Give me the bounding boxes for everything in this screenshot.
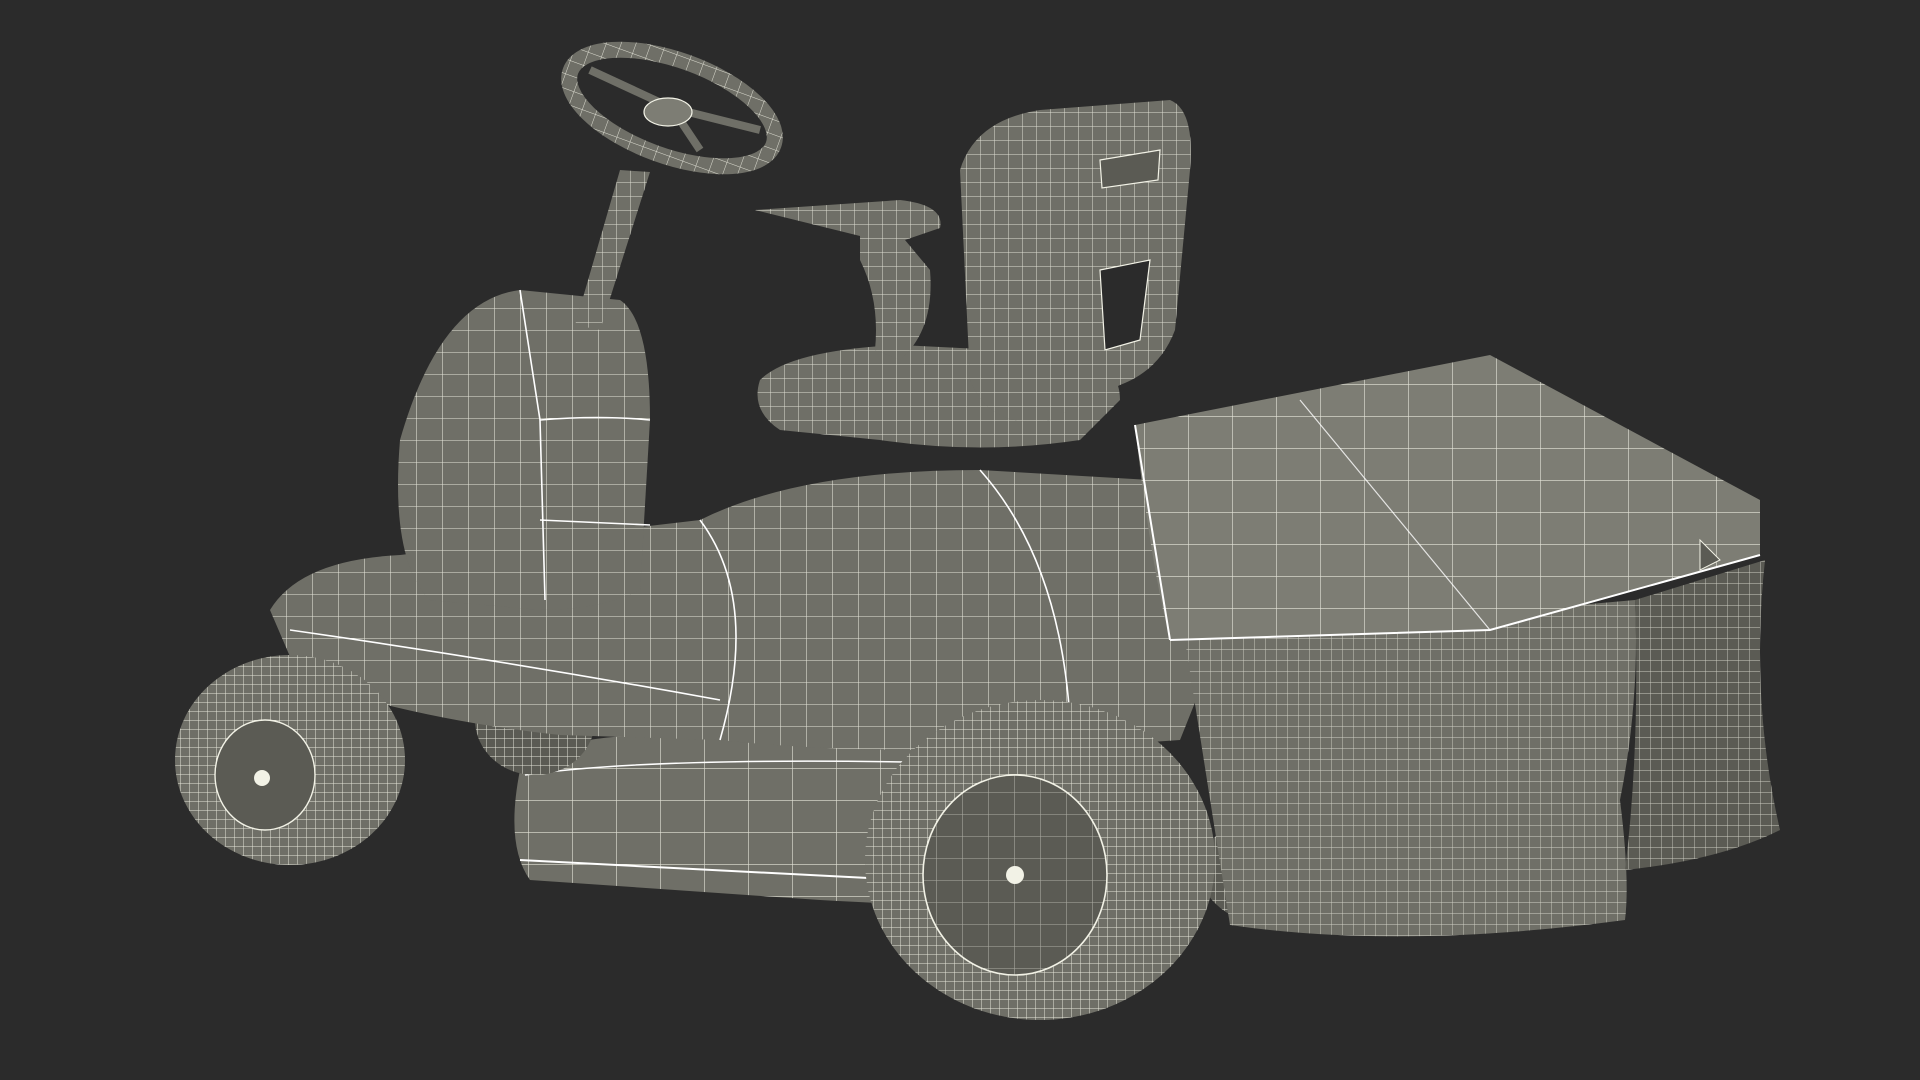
front-hood	[398, 289, 651, 610]
left-armrest	[755, 200, 941, 360]
lawn-mower-render	[175, 41, 1780, 1020]
front-left-wheel	[175, 655, 405, 865]
steering-wheel	[561, 41, 783, 175]
seat-back	[960, 100, 1191, 422]
render-viewport	[0, 0, 1920, 1080]
grass-catcher-bag-right	[1625, 560, 1780, 870]
grass-catcher-bag-left	[1185, 600, 1636, 937]
rear-left-wheel	[865, 700, 1215, 1020]
